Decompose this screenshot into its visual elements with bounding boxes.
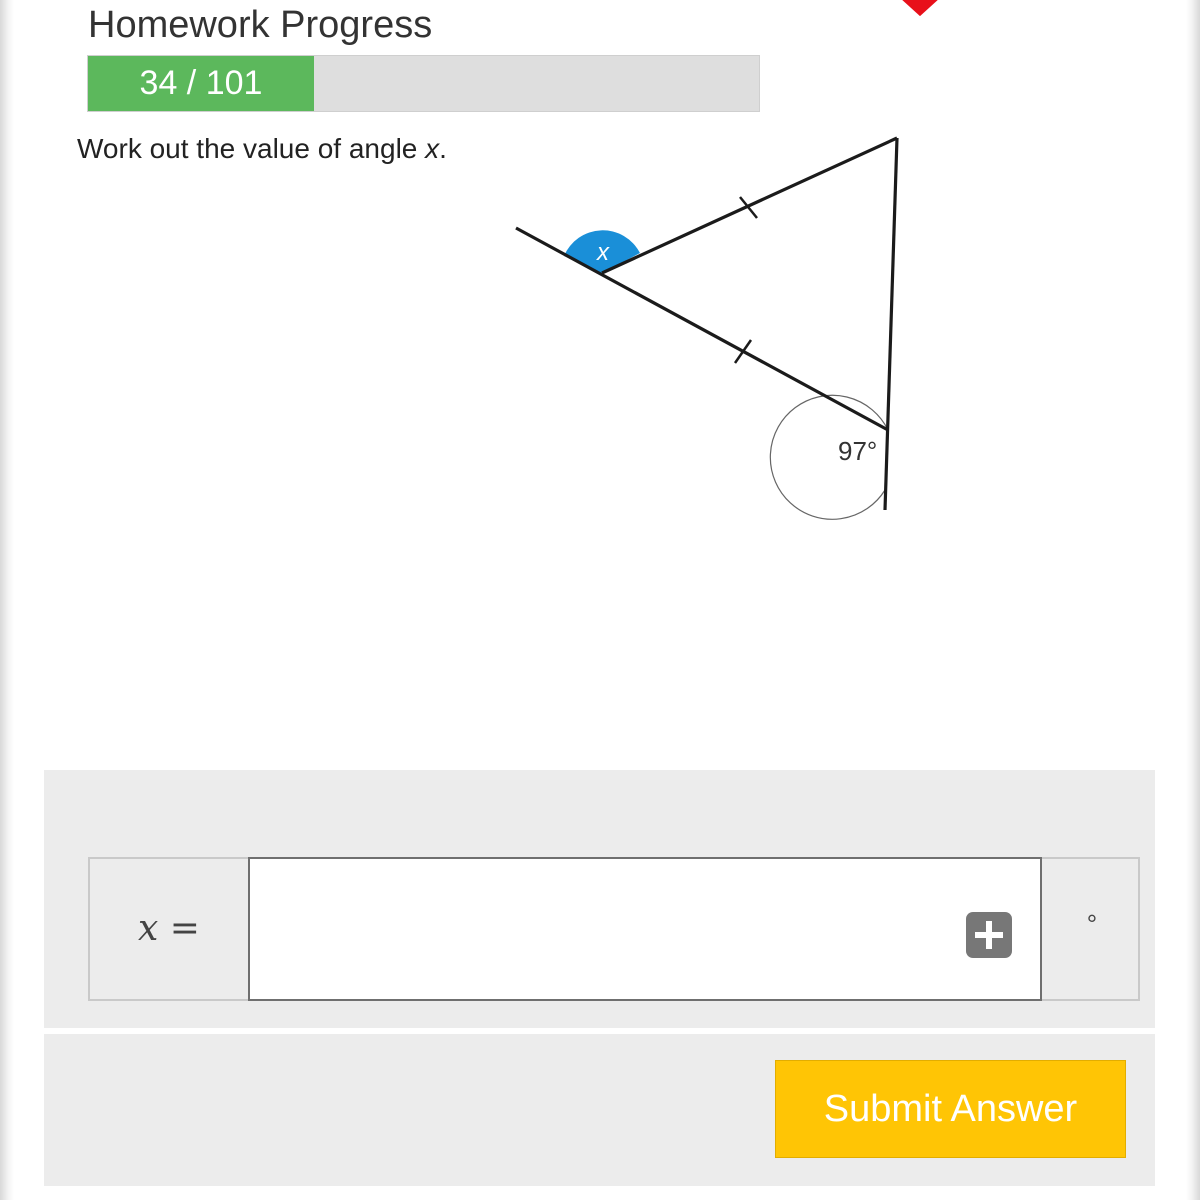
angle-x-label: x — [596, 239, 610, 266]
question-text-before: Work out the value of angle — [77, 133, 426, 164]
extended-line — [515, 226, 889, 432]
upper-side — [601, 136, 898, 275]
progress-bar: 34 / 101 — [87, 55, 760, 112]
answer-row: x = ° — [88, 857, 1140, 1001]
equal-tick-lower — [733, 339, 753, 364]
question-text: Work out the value of angle x. — [77, 133, 447, 165]
page-shadow-left — [0, 0, 14, 1200]
right-side — [883, 137, 899, 511]
question-variable: x — [425, 133, 440, 164]
progress-label: 34 / 101 — [139, 64, 263, 102]
answer-input[interactable] — [248, 857, 1042, 1001]
answer-variable-label: x = — [90, 859, 248, 999]
degree-unit: ° — [1086, 909, 1098, 939]
angle-97-label: 97° — [838, 436, 877, 466]
question-text-after: . — [439, 133, 447, 164]
plus-square-icon[interactable] — [966, 912, 1012, 958]
page-shadow-right — [1186, 0, 1200, 1200]
progress-heading: Homework Progress — [88, 4, 433, 46]
triangle-diagram: x 97° — [500, 120, 920, 520]
answer-variable: x — [138, 908, 159, 949]
answer-equals: = — [169, 908, 200, 949]
submit-answer-button[interactable]: Submit Answer — [775, 1060, 1126, 1158]
close-icon[interactable] — [884, 0, 956, 17]
